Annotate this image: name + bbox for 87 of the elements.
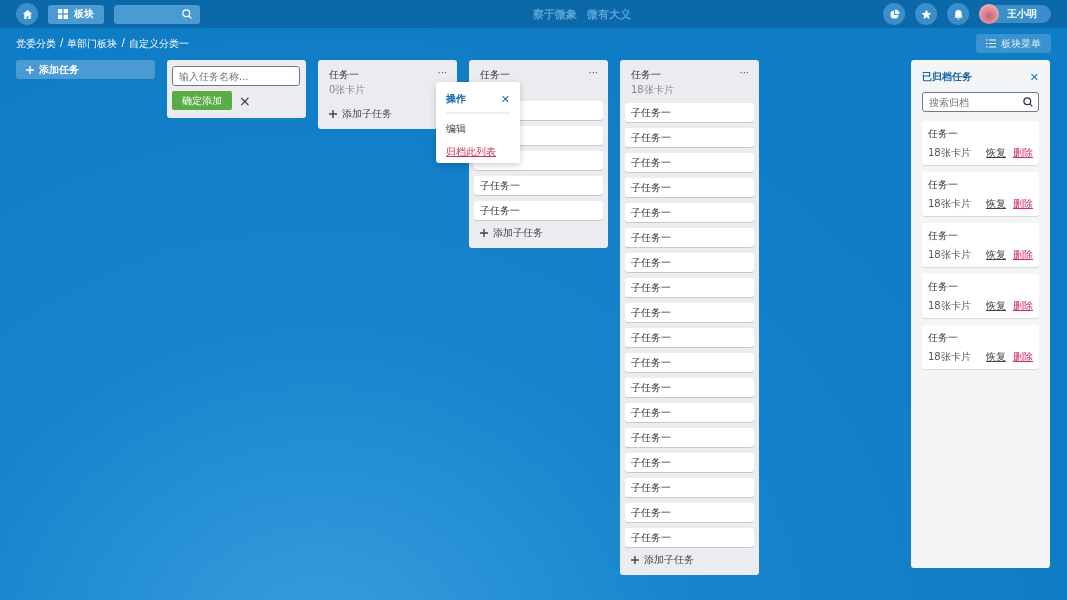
subtask-card[interactable]: 子任务一 [625,428,754,447]
breadcrumb-item[interactable]: 单部门板块 [67,36,118,51]
bell-icon [952,8,964,20]
subtask-card[interactable]: 子任务一 [625,228,754,247]
user-menu[interactable]: 王小明 [979,5,1051,23]
menu-item[interactable]: 归档此列表 [446,145,510,159]
plus-icon [480,229,488,237]
favorites-button[interactable] [915,3,937,25]
panel-title: 已归档任务 [922,70,972,84]
restore-link[interactable]: 恢复 [986,350,1006,364]
subtask-card[interactable]: 子任务一 [625,328,754,347]
card-count: 18张卡片 [928,350,972,364]
delete-link[interactable]: 删除 [1013,146,1033,160]
breadcrumb-separator: / [121,36,125,50]
subtask-card[interactable]: 子任务一 [625,278,754,297]
breadcrumb-item[interactable]: 自定义分类一 [128,36,189,51]
popover-title: 操作 [446,92,466,106]
home-icon [21,8,33,20]
card-count: 18张卡片 [928,299,972,313]
subtask-card[interactable]: 子任务一 [625,203,754,222]
more-button[interactable]: ··· [588,68,598,78]
delete-link[interactable]: 删除 [1013,299,1033,313]
more-button[interactable]: ··· [739,68,749,78]
archive-search-field[interactable]: 搜索归档 [922,92,1039,112]
restore-link[interactable]: 恢复 [986,197,1006,211]
search-icon [182,9,192,19]
subtask-card[interactable]: 子任务一 [625,303,754,322]
user-name: 王小明 [1007,7,1037,21]
list-title: 任务一 [631,68,661,82]
subtask-card[interactable]: 子任务一 [625,503,754,522]
slogan-text: 微有大义 [586,6,631,22]
add-subtask-button[interactable]: 添加子任务 [323,107,398,121]
subtask-card[interactable]: 子任务一 [625,403,754,422]
pie-chart-icon [888,8,900,20]
card-count: 0张卡片 [328,83,367,97]
delete-link[interactable]: 删除 [1013,350,1033,364]
subtask-card[interactable]: 子任务一 [625,103,754,122]
task-title: 任务一 [928,178,959,192]
close-button[interactable]: ✕ [1029,71,1039,83]
task-title: 任务一 [928,229,959,243]
task-title: 任务一 [928,127,959,141]
chart-button[interactable] [883,3,905,25]
restore-link[interactable]: 恢复 [986,299,1006,313]
avatar [979,4,999,24]
menu-item[interactable]: 编辑 [446,122,510,136]
close-button[interactable]: ✕ [500,93,510,105]
plus-icon [26,65,34,74]
breadcrumb-item[interactable]: 党委分类 [16,36,56,51]
home-button[interactable] [16,3,38,25]
task-title: 任务一 [928,331,959,345]
plus-icon [329,110,337,118]
list-icon [986,39,996,48]
list-title: 任务一 [329,68,359,82]
subtask-card[interactable]: 子任务一 [625,153,754,172]
search-field[interactable] [114,4,200,24]
card-count: 18张卡片 [630,83,675,97]
restore-link[interactable]: 恢复 [986,248,1006,262]
card-count: 18张卡片 [928,248,972,262]
card-count: 18张卡片 [928,146,972,160]
subtask-card[interactable]: 子任务一 [625,378,754,397]
subtask-card[interactable]: 子任务一 [625,128,754,147]
notifications-button[interactable] [947,3,969,25]
list-title: 任务一 [480,68,510,82]
task-title: 任务一 [928,280,959,294]
subtask-card[interactable]: 子任务一 [625,453,754,472]
add-subtask-button[interactable]: 添加子任务 [625,553,700,567]
subtask-card[interactable]: 子任务一 [625,178,754,197]
subtask-card[interactable]: 子任务一 [474,201,603,220]
breadcrumb-separator: / [60,36,64,50]
slogan-text: 察于微象 [532,6,577,22]
delete-link[interactable]: 删除 [1013,248,1033,262]
grid-icon [58,9,68,19]
more-button[interactable]: ··· [437,68,447,78]
plus-icon [631,556,639,564]
delete-link[interactable]: 删除 [1013,197,1033,211]
subtask-card[interactable]: 子任务一 [625,528,754,547]
card-count: 18张卡片 [928,197,972,211]
subtask-card[interactable]: 子任务一 [625,478,754,497]
star-icon [920,8,932,20]
cancel-button[interactable]: × [239,93,251,108]
subtask-card[interactable]: 子任务一 [625,253,754,272]
task-name-input[interactable]: 输入任务名称... [172,66,300,86]
subtask-card[interactable]: 子任务一 [625,353,754,372]
add-subtask-button[interactable]: 添加子任务 [474,226,549,240]
restore-link[interactable]: 恢复 [986,146,1006,160]
subtask-card[interactable]: 子任务一 [474,176,603,195]
search-icon [1023,97,1033,107]
